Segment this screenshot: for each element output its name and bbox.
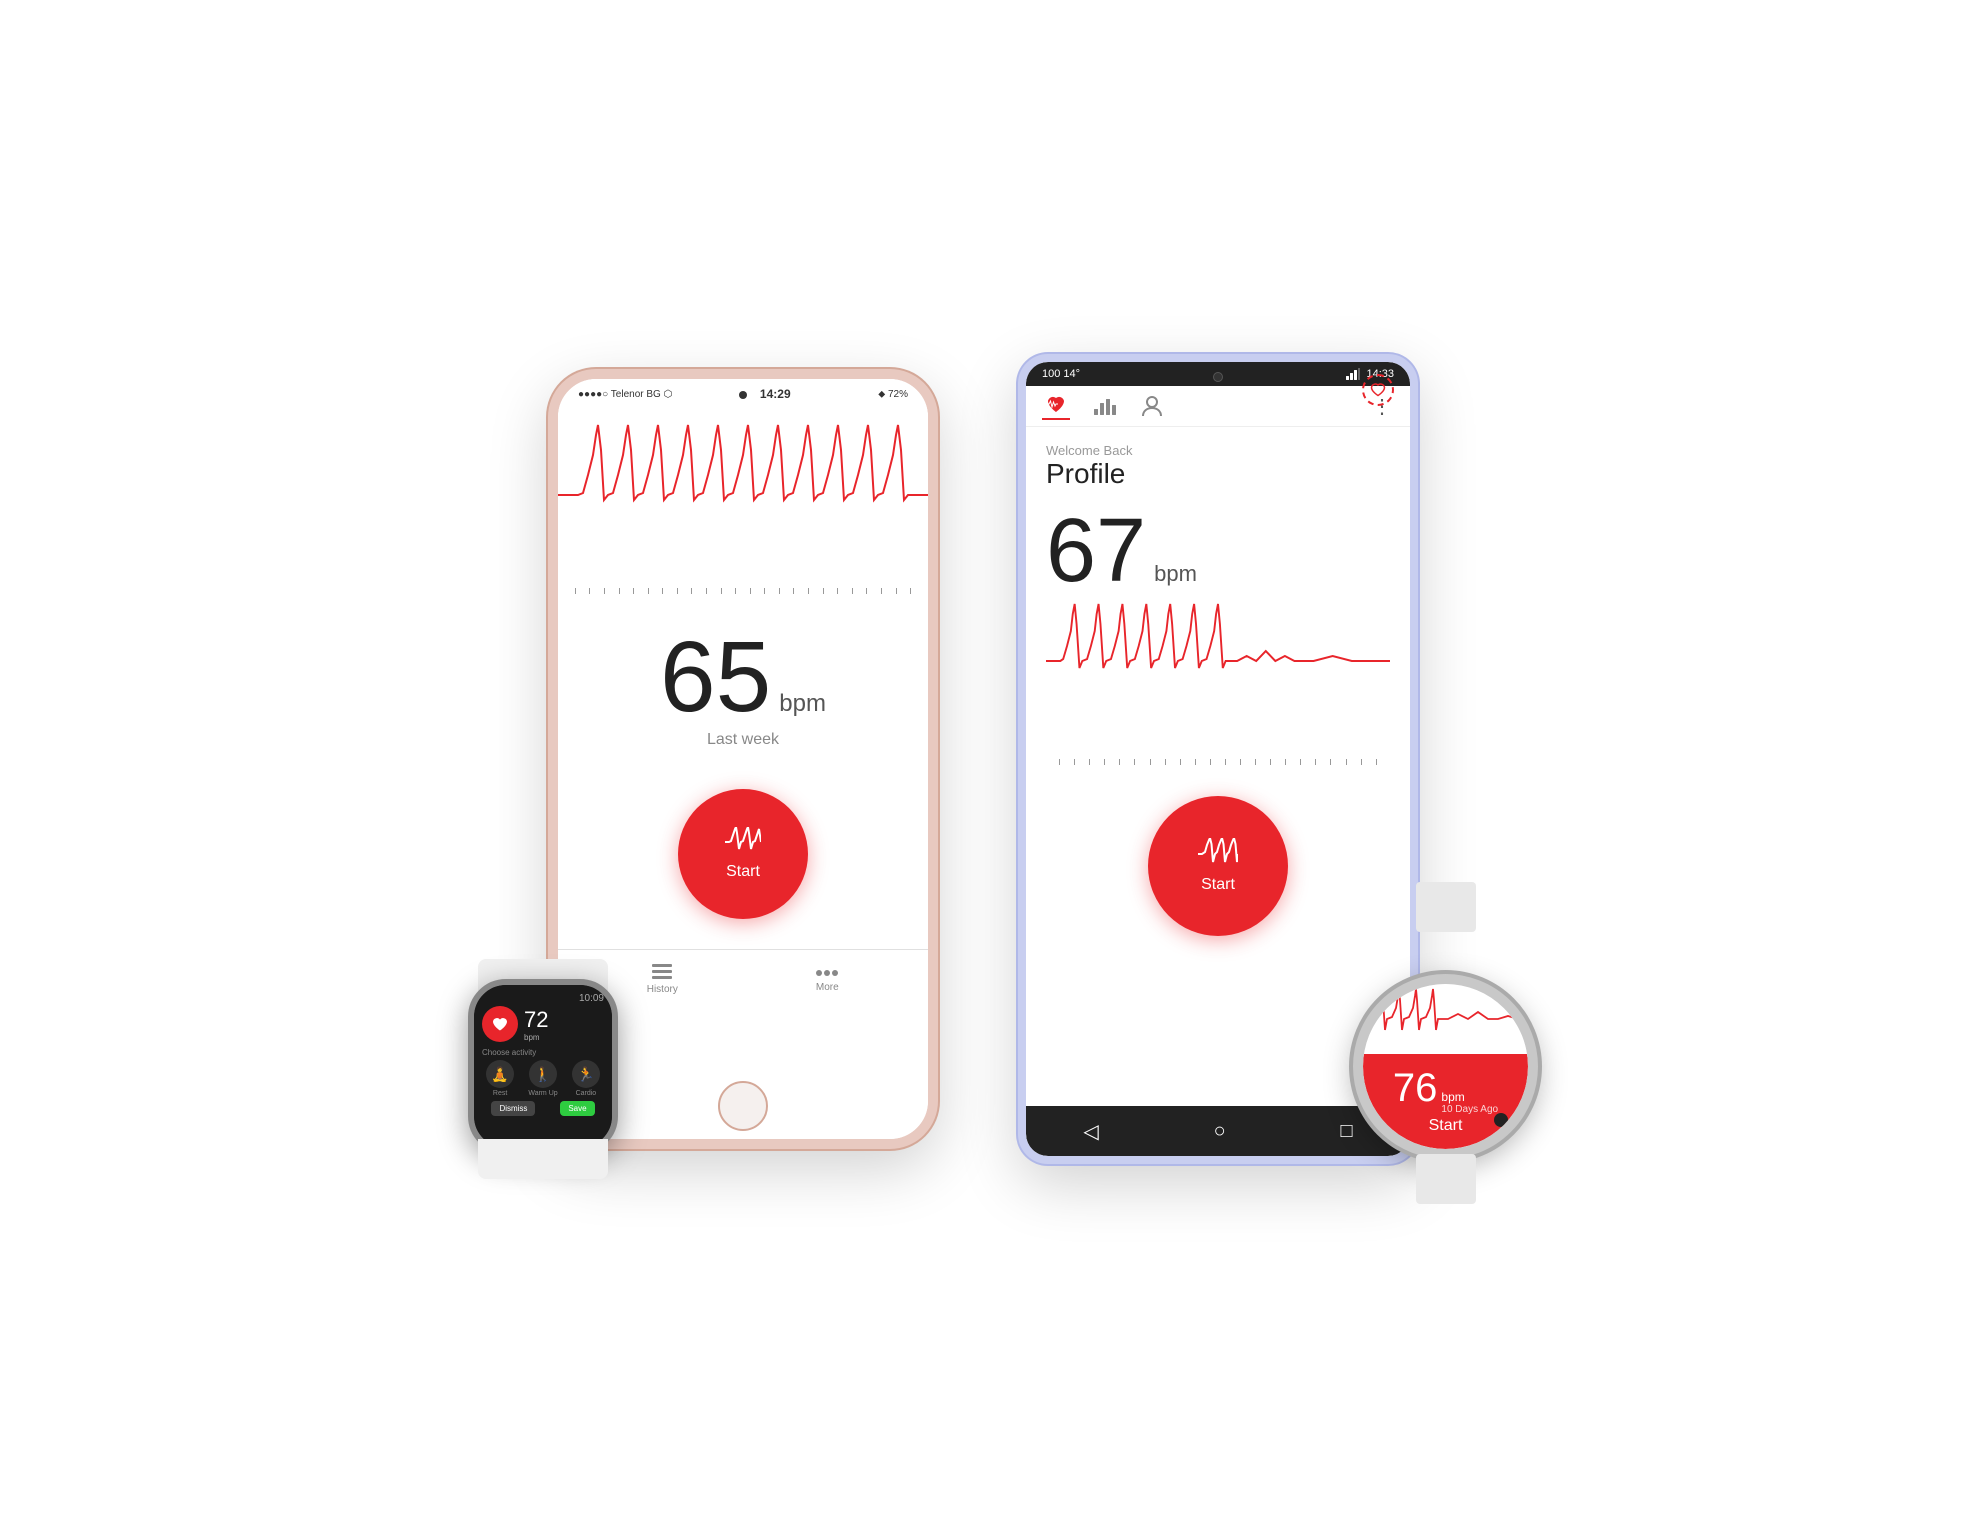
recents-icon[interactable]: □ xyxy=(1340,1120,1352,1143)
list-icon xyxy=(652,964,672,982)
android-start-container: Start xyxy=(1046,766,1390,966)
main-scene: 10:09 72 bpm Choose activity xyxy=(0,0,1966,1538)
android-bpm-number: 67 xyxy=(1046,506,1146,596)
watch-heart-icon xyxy=(482,1006,518,1042)
watch-dismiss-button[interactable]: Dismiss xyxy=(491,1101,535,1116)
watch-screen: 10:09 72 bpm Choose activity xyxy=(474,985,612,1148)
watch-activity-cardio: 🏃 Cardio xyxy=(572,1060,600,1097)
android-tab-profile[interactable] xyxy=(1138,392,1166,420)
profile-tab-icon xyxy=(1140,395,1164,417)
watch-activities: 🧘 Rest 🚶 Warm Up 🏃 Cardio xyxy=(482,1060,604,1097)
android-ecg-area xyxy=(1046,596,1390,756)
samsung-watch-inner: 76 bpm 10 Days Ago Start xyxy=(1363,984,1528,1149)
warmup-label: Warm Up xyxy=(528,1090,557,1097)
apple-watch: 10:09 72 bpm Choose activity xyxy=(448,959,638,1179)
battery-label: ⬥ 72% xyxy=(878,389,908,400)
iphone-bpm-subtitle: Last week xyxy=(707,731,779,749)
bluetooth-icon xyxy=(1494,1113,1508,1127)
rest-label: Rest xyxy=(493,1090,507,1097)
heart-tab-icon xyxy=(1044,393,1068,415)
samsung-bpm-row: 76 bpm 10 Days Ago xyxy=(1393,1068,1498,1115)
carrier-label: ●●●●○ Telenor BG ⬡ xyxy=(578,389,672,400)
iphone-home-button[interactable] xyxy=(718,1081,768,1131)
android-tab-heart[interactable] xyxy=(1042,392,1070,420)
iphone-wrapper: 10:09 72 bpm Choose activity xyxy=(548,369,938,1149)
samsung-bottom: 76 bpm 10 Days Ago Start xyxy=(1363,1054,1528,1149)
home-icon[interactable]: ○ xyxy=(1214,1120,1226,1143)
samsung-bpm-number: 76 xyxy=(1393,1068,1438,1108)
android-profile: Profile xyxy=(1046,458,1390,490)
iphone-ecg-svg xyxy=(558,415,928,575)
rest-icon: 🧘 xyxy=(486,1060,514,1088)
tick-marks xyxy=(558,585,928,597)
iphone-ecg-area xyxy=(558,405,928,585)
watch-choose-label: Choose activity xyxy=(482,1048,604,1057)
android-tab-chart[interactable] xyxy=(1090,392,1118,420)
iphone-camera xyxy=(739,391,747,399)
watch-bpm-unit: bpm xyxy=(524,1033,548,1042)
cardio-icon: 🏃 xyxy=(572,1060,600,1088)
history-tab-label: History xyxy=(647,984,678,995)
iphone-bpm-label: bpm xyxy=(779,690,826,718)
android-start-button[interactable]: Start xyxy=(1148,796,1288,936)
android-wrapper: 100 14° 14:33 xyxy=(1018,354,1418,1164)
samsung-start-label[interactable]: Start xyxy=(1429,1117,1463,1135)
samsung-band-top xyxy=(1416,882,1476,932)
back-icon[interactable]: ◁ xyxy=(1083,1119,1098,1144)
android-status-left: 100 14° xyxy=(1042,368,1080,380)
heart-outline-icon xyxy=(1362,374,1394,406)
warmup-icon: 🚶 xyxy=(529,1060,557,1088)
android-ecg-start-icon xyxy=(1198,838,1238,870)
watch-activity-rest: 🧘 Rest xyxy=(486,1060,514,1097)
watch-body: 10:09 72 bpm Choose activity xyxy=(468,979,618,1154)
samsung-band-bottom xyxy=(1416,1154,1476,1204)
android-welcome: Welcome Back xyxy=(1046,443,1390,458)
watch-buttons-row: Dismiss Save xyxy=(482,1101,604,1116)
chart-tab-icon xyxy=(1092,395,1116,417)
samsung-ecg-svg xyxy=(1363,984,1528,1054)
watch-band-bottom xyxy=(478,1139,608,1179)
watch-activity-warmup: 🚶 Warm Up xyxy=(528,1060,557,1097)
android-camera xyxy=(1213,372,1223,382)
samsung-watch-body: 76 bpm 10 Days Ago Start xyxy=(1353,974,1538,1159)
samsung-ecg-section xyxy=(1363,984,1528,1054)
iphone-start-label: Start xyxy=(726,863,760,881)
watch-bpm-number: 72 xyxy=(524,1007,548,1033)
samsung-bpm-label: bpm xyxy=(1441,1090,1498,1104)
android-start-label: Start xyxy=(1201,876,1235,894)
cardio-label: Cardio xyxy=(576,1090,597,1097)
samsung-bpm-sub: 10 Days Ago xyxy=(1441,1104,1498,1115)
signal-icon xyxy=(1346,368,1360,380)
samsung-watch: 76 bpm 10 Days Ago Start xyxy=(1353,924,1538,1204)
iphone-bpm-number: 65 xyxy=(660,627,771,727)
watch-save-button[interactable]: Save xyxy=(560,1101,594,1116)
iphone-time: 14:29 xyxy=(760,387,791,401)
iphone-bpm-main: 65 bpm xyxy=(660,627,826,727)
android-ecg-svg xyxy=(1046,596,1390,726)
iphone-tab-more[interactable]: More xyxy=(815,966,839,993)
heart-small-icon xyxy=(1370,383,1386,397)
iphone-start-button[interactable]: Start xyxy=(678,789,808,919)
android-toolbar: ⋮ xyxy=(1026,386,1410,427)
more-icon xyxy=(815,966,839,980)
android-tick-marks xyxy=(1046,756,1390,766)
android-bpm-label: bpm xyxy=(1154,561,1197,587)
watch-heart-row: 72 bpm xyxy=(482,1006,604,1042)
iphone-start-container: Start xyxy=(558,759,928,949)
android-bpm-row: 67 bpm xyxy=(1046,506,1390,596)
iphone-bpm-section: 65 bpm Last week xyxy=(558,597,928,759)
watch-time: 10:09 xyxy=(482,993,604,1004)
more-tab-label: More xyxy=(816,982,839,993)
iphone-tab-history[interactable]: History xyxy=(647,964,678,995)
